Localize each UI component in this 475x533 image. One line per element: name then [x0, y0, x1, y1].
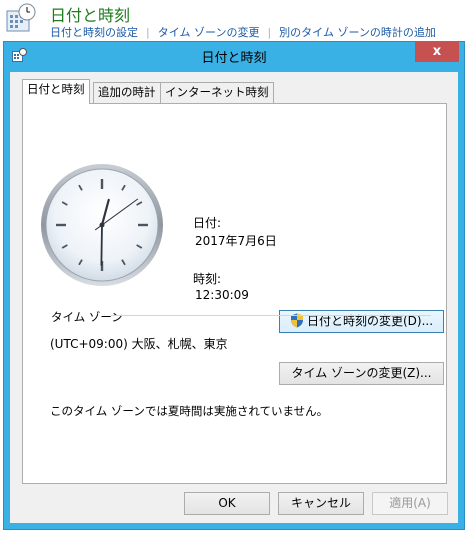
date-label: 日付: [193, 216, 222, 230]
control-panel-links: 日付と時刻の設定 | タイム ゾーンの変更 | 別のタイム ゾーンの時計の追加 [50, 24, 436, 40]
tab-additional-clocks[interactable]: 追加の時計 [93, 82, 161, 103]
dialog-title: 日付と時刻 [201, 51, 267, 66]
calendar-clock-icon [6, 3, 36, 32]
link-add-clock[interactable]: 別のタイム ゾーンの時計の追加 [279, 26, 436, 39]
tab-panel: 日付: 2017年7月6日 時刻: 12:30:09 日付と時刻の変更(D)..… [22, 103, 447, 484]
ok-button[interactable]: OK [184, 492, 270, 515]
tab-internet-time[interactable]: インターネット時刻 [160, 82, 274, 103]
time-label: 時刻: [193, 272, 222, 286]
cancel-button[interactable]: キャンセル [278, 492, 364, 515]
date-value: 2017年7月6日 [195, 234, 277, 248]
dst-message: このタイム ゾーンでは夏時間は実施されていません。 [50, 404, 329, 418]
timezone-group-label: タイム ゾーン [51, 310, 123, 324]
tab-date-time[interactable]: 日付と時刻 [22, 79, 90, 104]
timezone-value: (UTC+09:00) 大阪、札幌、東京 [50, 337, 228, 351]
link-separator: | [267, 26, 272, 39]
link-datetime-settings[interactable]: 日付と時刻の設定 [50, 26, 138, 39]
control-panel-title: 日付と時刻 [50, 6, 131, 25]
dialog-titlebar[interactable]: 日付と時刻 x [4, 42, 464, 69]
link-change-timezone[interactable]: タイム ゾーンの変更 [158, 26, 260, 39]
minute-hand [100, 224, 103, 266]
analog-clock [41, 164, 163, 286]
change-timezone-button[interactable]: タイム ゾーンの変更(Z)... [279, 362, 444, 385]
dialog-client-area: 日付と時刻 追加の時計 インターネット時刻 日付: 2017年7月6日 時刻: … [10, 72, 458, 523]
change-datetime-button[interactable]: 日付と時刻の変更(D)... [279, 310, 444, 333]
change-datetime-label: 日付と時刻の変更(D)... [306, 314, 434, 328]
close-button[interactable]: x [415, 42, 459, 62]
clock-center [99, 222, 105, 228]
apply-button[interactable]: 適用(A) [372, 492, 448, 515]
time-value: 12:30:09 [195, 288, 249, 302]
group-divider [111, 315, 431, 316]
control-panel-header: 日付と時刻 日付と時刻の設定 | タイム ゾーンの変更 | 別のタイム ゾーンの時計の追… [0, 0, 475, 40]
link-separator: | [146, 26, 150, 39]
datetime-dialog: 日付と時刻 x 日付と時刻 追加の時計 インターネット時刻 日付: 2017年7… [3, 41, 465, 530]
